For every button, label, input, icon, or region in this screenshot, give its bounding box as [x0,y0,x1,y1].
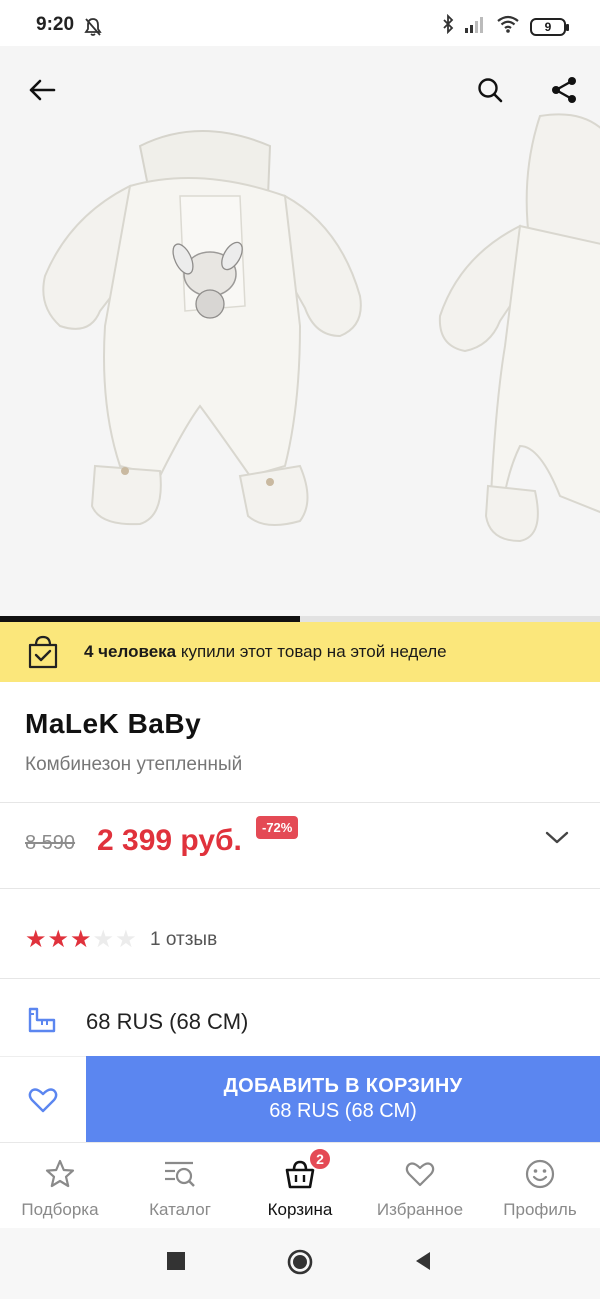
back-arrow-icon [29,79,56,101]
product-image [42,113,600,543]
status-bar: 9:20 9 [0,0,600,46]
discount-badge: -72% [256,816,299,839]
star-empty-icon: ★ [115,926,137,953]
tab-label: Корзина [267,1200,333,1219]
promo-bold-text: 4 человека [84,642,177,661]
heart-outline-icon [28,1087,58,1112]
star-empty-icon: ★ [92,926,115,953]
search-button[interactable] [468,68,512,112]
ruler-size-icon [28,1007,56,1033]
cart-count-badge: 2 [308,1147,332,1171]
star-outline-icon [43,1157,77,1191]
recent-apps-icon[interactable] [165,1250,187,1272]
review-count[interactable]: 1 отзыв [150,929,217,951]
divider [0,888,600,889]
divider [0,802,600,803]
battery-icon: 9 [530,17,569,36]
signal-icon [464,15,486,38]
old-price: 8 590 [25,832,76,854]
tab-catalog[interactable]: Каталог [120,1143,240,1229]
promo-text: 4 человека купили этот товар на этой нед… [84,642,447,662]
product-subtitle: Комбинезон утепленный [25,754,243,775]
battery-level: 9 [544,19,552,34]
add-to-cart-label: ДОБАВИТЬ В КОРЗИНУ [223,1075,463,1097]
current-price: 2 399 руб. [97,824,242,857]
status-time: 9:20 [36,14,75,35]
smiley-icon [523,1157,557,1191]
star-filled-icon: ★ [70,926,92,953]
product-gallery[interactable] [0,46,600,622]
tab-cart[interactable]: 2 Корзина [240,1143,360,1229]
tab-podborka[interactable]: Подборка [0,1143,120,1229]
tab-label: Подборка [21,1200,99,1219]
tab-favorites[interactable]: Избранное [360,1143,480,1229]
search-icon [478,78,503,103]
catalog-search-icon [163,1157,197,1191]
star-filled-icon: ★ [47,926,70,953]
tab-profile[interactable]: Профиль [480,1143,600,1229]
product-toolbar [0,46,600,130]
system-navigation-bar [0,1228,600,1299]
chevron-down-icon[interactable] [544,830,570,846]
back-button[interactable] [20,68,64,112]
divider [0,978,600,979]
add-to-cart-button[interactable]: ДОБАВИТЬ В КОРЗИНУ 68 RUS (68 СМ) [86,1056,600,1142]
share-icon [552,77,576,103]
shopping-bag-check-icon [28,635,58,669]
add-to-cart-size: 68 RUS (68 СМ) [269,1100,417,1122]
home-icon[interactable] [286,1248,314,1276]
promo-banner: 4 человека купили этот товар на этой нед… [0,622,600,682]
wifi-icon [496,15,520,38]
share-button[interactable] [542,68,586,112]
tab-label: Каталог [149,1200,211,1219]
action-bar: ДОБАВИТЬ В КОРЗИНУ 68 RUS (68 СМ) [0,1056,600,1142]
mute-bell-icon [84,17,102,42]
brand-name[interactable]: MaLeK BaBy [25,708,201,740]
selected-size: 68 RUS (68 СМ) [86,1009,249,1034]
heart-outline-icon [403,1157,437,1191]
rating-stars: ★ ★ ★ ★ ★ [25,928,137,952]
promo-rest-text: купили этот товар на этой неделе [176,642,447,661]
add-to-favorites-button[interactable] [0,1056,86,1142]
tab-label: Профиль [503,1200,577,1219]
star-filled-icon: ★ [25,926,47,953]
system-back-icon[interactable] [412,1250,434,1272]
tab-label: Избранное [376,1200,464,1219]
bluetooth-icon [442,13,454,39]
bottom-navigation: Подборка Каталог 2 Корзина Избранное Про… [0,1142,600,1228]
